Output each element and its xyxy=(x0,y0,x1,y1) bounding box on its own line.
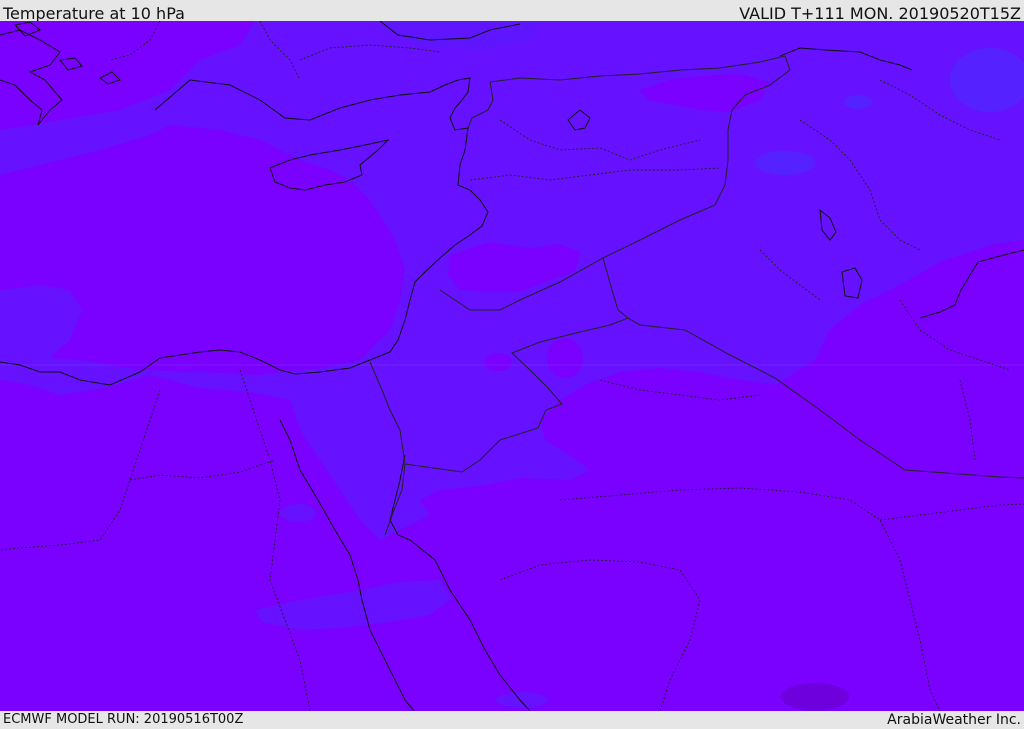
field-spot-1 xyxy=(844,95,872,109)
header-bar: Temperature at 10 hPa VALID T+111 MON. 2… xyxy=(0,0,1024,23)
credit-label: ArabiaWeather Inc. xyxy=(887,712,1021,728)
model-run-label: ECMWF MODEL RUN: 20190516T00Z xyxy=(3,712,244,727)
field-spot-5 xyxy=(547,338,583,378)
field-patch-dark xyxy=(781,683,849,711)
map-canvas xyxy=(0,21,1024,711)
field-patch-south xyxy=(496,692,548,708)
weather-map-page: Temperature at 10 hPa VALID T+111 MON. 2… xyxy=(0,0,1024,729)
footer-bar: ECMWF MODEL RUN: 20190516T00Z ArabiaWeat… xyxy=(0,711,1024,729)
field-spot-4 xyxy=(484,353,512,371)
field-spot-2 xyxy=(755,151,815,175)
temperature-map[interactable] xyxy=(0,21,1024,711)
field-patch-red-sea xyxy=(280,504,316,522)
